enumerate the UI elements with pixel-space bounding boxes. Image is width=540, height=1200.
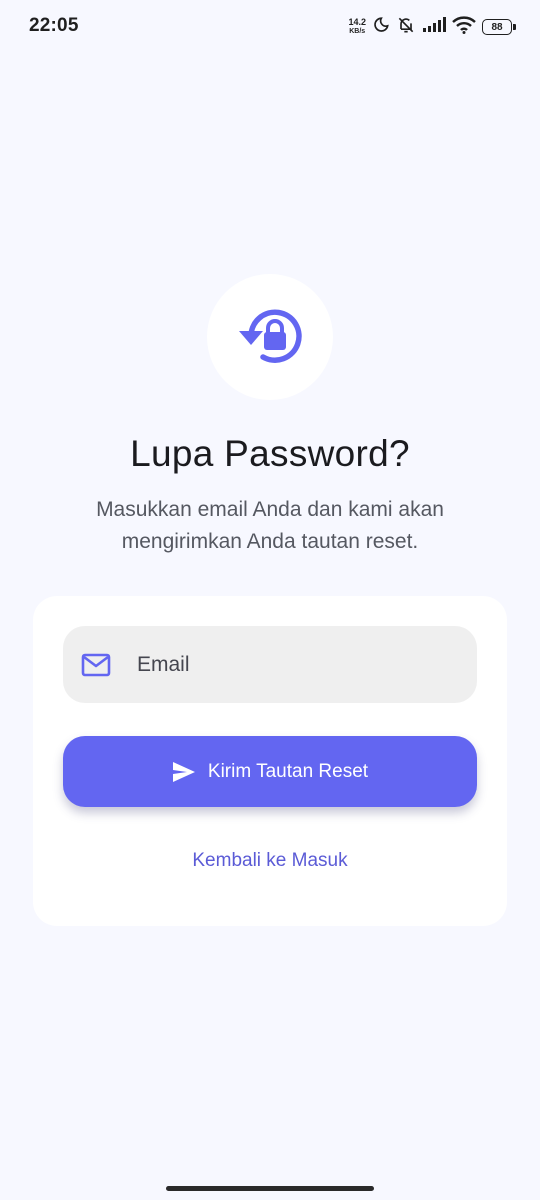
battery-icon: 88 [482, 19, 516, 35]
status-bar: 22:05 14.2 KB/s 88 [0, 0, 540, 56]
wifi-icon [452, 15, 476, 39]
page-title: Lupa Password? [130, 433, 410, 474]
page-subtitle: Masukkan email Anda dan kami akan mengir… [96, 498, 444, 553]
battery-level: 88 [491, 21, 503, 33]
email-input[interactable] [135, 651, 459, 678]
network-speed-unit: KB/s [349, 28, 366, 35]
send-reset-link-button[interactable]: Kirim Tautan Reset [63, 736, 477, 807]
mail-icon [81, 653, 111, 677]
signal-icon [422, 16, 446, 38]
network-speed: 14.2 KB/s [348, 18, 366, 36]
lock-reset-icon [235, 304, 305, 371]
send-reset-link-label: Kirim Tautan Reset [207, 760, 369, 782]
back-to-login-link[interactable]: Kembali ke Masuk [33, 850, 507, 872]
send-icon [172, 761, 196, 783]
status-icons: 14.2 KB/s 88 [348, 15, 516, 40]
home-indicator[interactable] [166, 1186, 374, 1191]
moon-icon [372, 16, 390, 39]
lock-reset-badge [207, 274, 333, 400]
reset-form-card: Kirim Tautan Reset Kembali ke Masuk [33, 596, 507, 926]
status-time: 22:05 [29, 15, 79, 36]
network-speed-value: 14.2 [348, 17, 366, 27]
email-field[interactable] [63, 626, 477, 703]
bell-off-icon [396, 15, 416, 40]
